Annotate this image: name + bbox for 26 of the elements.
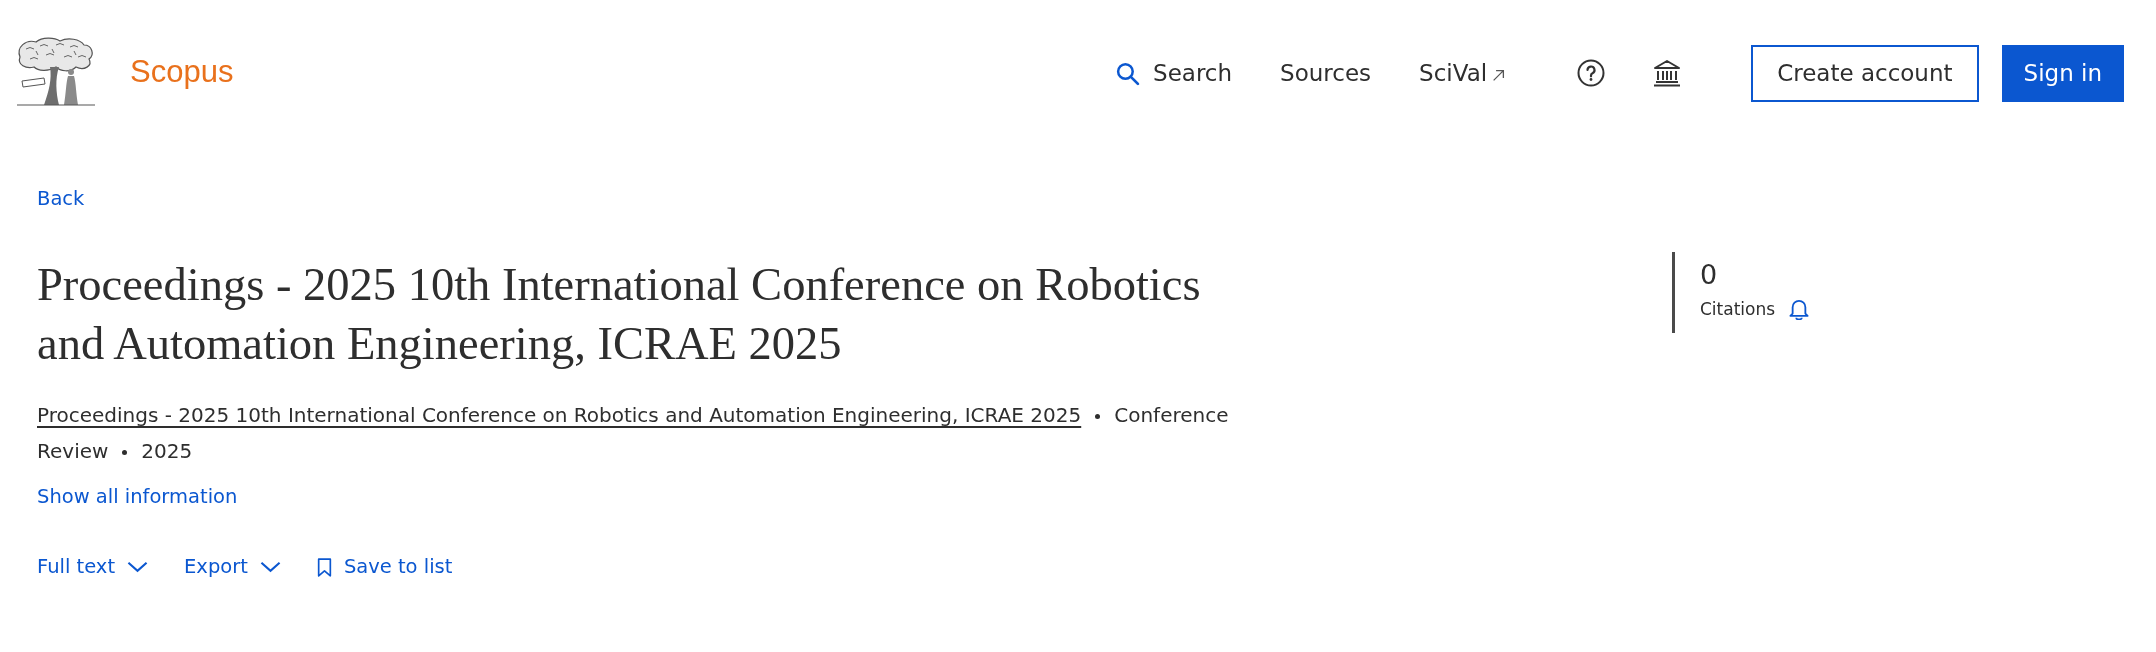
create-account-button[interactable]: Create account: [1751, 44, 1979, 102]
back-link[interactable]: Back: [37, 187, 85, 211]
chevron-down-icon: [127, 561, 149, 573]
citation-count: 0: [1700, 258, 1719, 292]
source-details: Proceedings - 2025 10th International Conference on Robotics and Automation Engineering, ICRAE 2025 Conference Review 2025: [37, 402, 1230, 465]
external-arrow-icon: [1492, 68, 1506, 82]
show-all-information-link[interactable]: Show all information: [37, 483, 238, 511]
institution-icon[interactable]: [1653, 59, 1682, 87]
separator-dot-icon: [1095, 414, 1101, 419]
sign-in-button[interactable]: Sign in: [2001, 44, 2124, 102]
help-icon[interactable]: [1577, 59, 1606, 87]
bookmark-icon: [316, 556, 332, 578]
dropdown-button[interactable]: Full text: [37, 551, 149, 583]
separator-dot-icon: [122, 450, 128, 455]
nav-link[interactable]: Sources: [1280, 60, 1372, 86]
save-to-list-button[interactable]: Save to list: [316, 551, 453, 583]
dropdown-button[interactable]: Export: [184, 551, 281, 583]
document-title: Proceedings - 2025 10th International Conference on Robotics and Automation Engineering, ICRAE 2025: [37, 258, 1202, 371]
chevron-down-icon: [259, 561, 281, 573]
source-link[interactable]: Proceedings - 2025 10th International Conference on Robotics and Automation Engineering, ICRAE 2025: [37, 403, 1082, 427]
tree-logo-icon[interactable]: [14, 37, 98, 109]
citations-label: Citations: [1700, 298, 1776, 321]
search-link[interactable]: Search: [1115, 60, 1233, 86]
bell-icon[interactable]: [1789, 298, 1810, 320]
search-icon: [1115, 60, 1141, 86]
nav-link[interactable]: SciVal: [1419, 60, 1506, 86]
